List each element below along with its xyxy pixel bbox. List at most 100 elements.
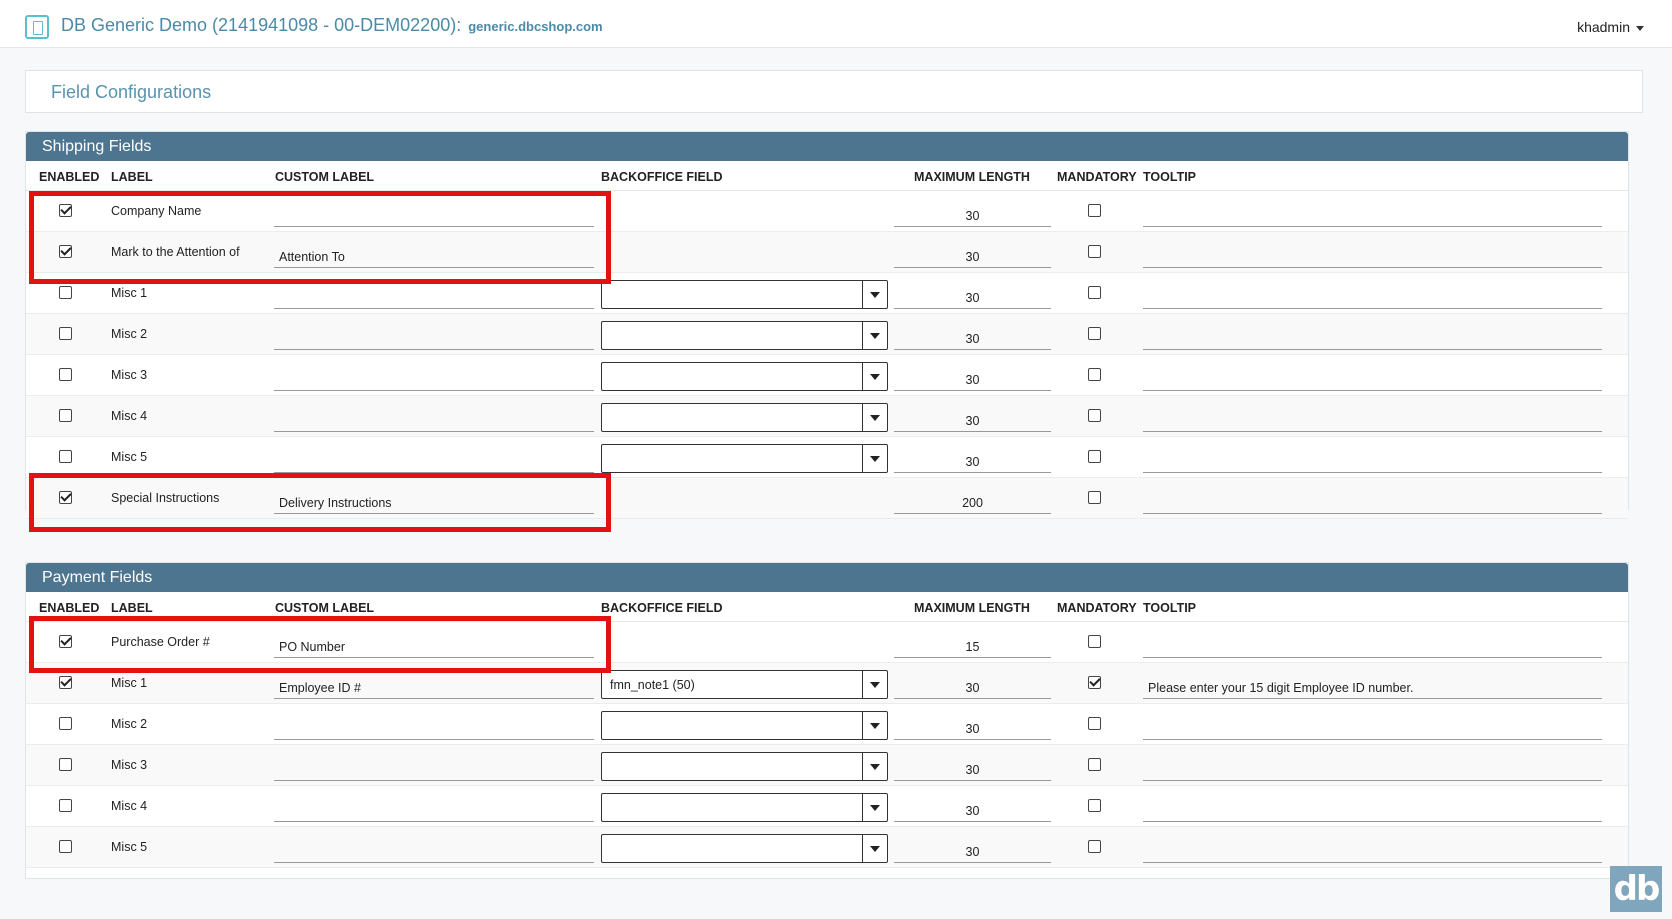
enabled-checkbox[interactable] — [59, 758, 72, 771]
enabled-checkbox[interactable] — [59, 676, 72, 689]
enabled-checkbox[interactable] — [59, 368, 72, 381]
max-length-input[interactable] — [894, 365, 1051, 391]
enabled-checkbox[interactable] — [59, 286, 72, 299]
tooltip-input[interactable] — [1143, 673, 1602, 699]
tooltip-input[interactable] — [1143, 406, 1602, 432]
col-mandatory: MANDATORY — [1057, 170, 1137, 184]
backoffice-field-select[interactable]: fmn_note1 (50) — [601, 670, 888, 699]
col-max-length: MAXIMUM LENGTH — [914, 170, 1030, 184]
enabled-checkbox[interactable] — [59, 327, 72, 340]
custom-label-input[interactable] — [274, 714, 594, 740]
chevron-down-icon[interactable] — [862, 404, 887, 431]
chevron-down-icon[interactable] — [862, 322, 887, 349]
backoffice-field-select[interactable] — [601, 752, 888, 781]
backoffice-field-select[interactable] — [601, 403, 888, 432]
chevron-down-icon[interactable] — [862, 794, 887, 821]
tooltip-input[interactable] — [1143, 837, 1602, 863]
col-label: LABEL — [111, 601, 153, 615]
max-length-input[interactable] — [894, 324, 1051, 350]
max-length-input[interactable] — [894, 755, 1051, 781]
backoffice-field-select[interactable] — [601, 362, 888, 391]
tooltip-input[interactable] — [1143, 201, 1602, 227]
max-length-input[interactable] — [894, 242, 1051, 268]
enabled-checkbox[interactable] — [59, 450, 72, 463]
backoffice-field-select[interactable] — [601, 321, 888, 350]
mandatory-checkbox[interactable] — [1088, 717, 1101, 730]
backoffice-field-select[interactable] — [601, 834, 888, 863]
max-length-input[interactable] — [894, 714, 1051, 740]
backoffice-field-select[interactable] — [601, 444, 888, 473]
max-length-input[interactable] — [894, 632, 1051, 658]
page-title-card: Field Configurations — [25, 70, 1643, 113]
max-length-input[interactable] — [894, 673, 1051, 699]
max-length-input[interactable] — [894, 283, 1051, 309]
mandatory-checkbox[interactable] — [1088, 799, 1101, 812]
custom-label-input[interactable] — [274, 755, 594, 781]
mandatory-checkbox[interactable] — [1088, 840, 1101, 853]
backoffice-field-select[interactable] — [601, 793, 888, 822]
field-label: Misc 5 — [111, 840, 148, 854]
max-length-input[interactable] — [894, 796, 1051, 822]
custom-label-input[interactable] — [274, 837, 594, 863]
enabled-checkbox[interactable] — [59, 717, 72, 730]
chevron-down-icon[interactable] — [862, 671, 887, 698]
custom-label-input[interactable] — [274, 673, 594, 699]
custom-label-input[interactable] — [274, 406, 594, 432]
chevron-down-icon[interactable] — [862, 712, 887, 739]
highlight-box — [29, 473, 611, 532]
user-menu[interactable]: khadmin — [1577, 19, 1644, 35]
table-row: Misc 3 — [26, 355, 1628, 396]
backoffice-field-select[interactable] — [601, 711, 888, 740]
max-length-input[interactable] — [894, 488, 1051, 514]
tooltip-input[interactable] — [1143, 714, 1602, 740]
column-headers: ENABLED LABEL CUSTOM LABEL BACKOFFICE FI… — [26, 161, 1628, 191]
col-mandatory: MANDATORY — [1057, 601, 1137, 615]
max-length-input[interactable] — [894, 837, 1051, 863]
custom-label-input[interactable] — [274, 365, 594, 391]
col-backoffice-field: BACKOFFICE FIELD — [601, 601, 723, 615]
chevron-down-icon[interactable] — [862, 445, 887, 472]
mandatory-checkbox[interactable] — [1088, 409, 1101, 422]
top-bar: DB Generic Demo (2141941098 - 00-DEM0220… — [0, 0, 1672, 48]
mandatory-checkbox[interactable] — [1088, 450, 1101, 463]
mandatory-checkbox[interactable] — [1088, 368, 1101, 381]
backoffice-field-select[interactable] — [601, 280, 888, 309]
custom-label-input[interactable] — [274, 324, 594, 350]
custom-label-input[interactable] — [274, 796, 594, 822]
tooltip-input[interactable] — [1143, 632, 1602, 658]
max-length-input[interactable] — [894, 406, 1051, 432]
chevron-down-icon[interactable] — [862, 835, 887, 862]
enabled-checkbox[interactable] — [59, 409, 72, 422]
mandatory-checkbox[interactable] — [1088, 286, 1101, 299]
col-label: LABEL — [111, 170, 153, 184]
enabled-checkbox[interactable] — [59, 799, 72, 812]
col-tooltip: TOOLTIP — [1143, 601, 1197, 615]
chevron-down-icon[interactable] — [862, 363, 887, 390]
table-row: Misc 2 — [26, 704, 1628, 745]
max-length-input[interactable] — [894, 201, 1051, 227]
tooltip-input[interactable] — [1143, 488, 1602, 514]
custom-label-input[interactable] — [274, 447, 594, 473]
chevron-down-icon[interactable] — [862, 281, 887, 308]
col-custom-label: CUSTOM LABEL — [275, 601, 375, 615]
table-row: Misc 5 — [26, 437, 1628, 478]
enabled-checkbox[interactable] — [59, 840, 72, 853]
max-length-input[interactable] — [894, 447, 1051, 473]
mandatory-checkbox[interactable] — [1088, 758, 1101, 771]
custom-label-input[interactable] — [274, 283, 594, 309]
mandatory-checkbox[interactable] — [1088, 635, 1101, 648]
panel-title: Shipping Fields — [26, 132, 1628, 161]
tooltip-input[interactable] — [1143, 324, 1602, 350]
tooltip-input[interactable] — [1143, 796, 1602, 822]
mandatory-checkbox[interactable] — [1088, 491, 1101, 504]
mandatory-checkbox[interactable] — [1088, 676, 1101, 689]
tooltip-input[interactable] — [1143, 242, 1602, 268]
mandatory-checkbox[interactable] — [1088, 245, 1101, 258]
tooltip-input[interactable] — [1143, 755, 1602, 781]
chevron-down-icon[interactable] — [862, 753, 887, 780]
tooltip-input[interactable] — [1143, 283, 1602, 309]
mandatory-checkbox[interactable] — [1088, 204, 1101, 217]
tooltip-input[interactable] — [1143, 365, 1602, 391]
mandatory-checkbox[interactable] — [1088, 327, 1101, 340]
tooltip-input[interactable] — [1143, 447, 1602, 473]
